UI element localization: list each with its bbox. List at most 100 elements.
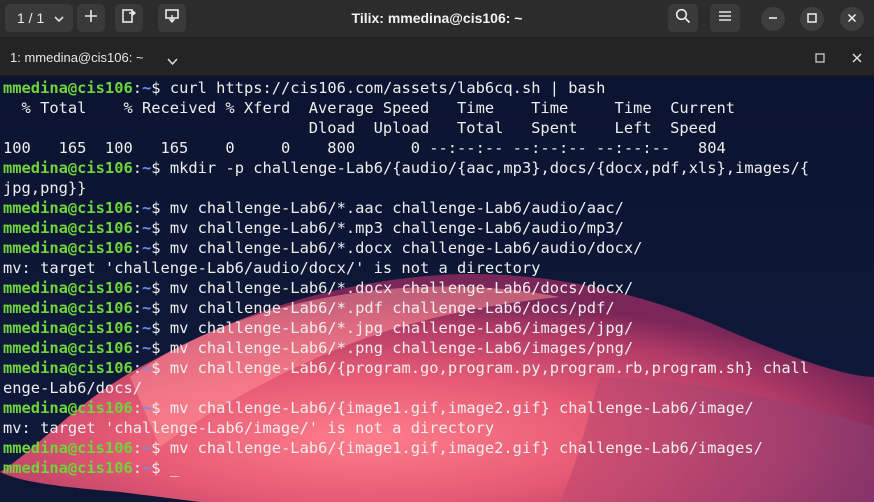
prompt-path: ~ (142, 239, 152, 257)
prompt-path: ~ (142, 79, 152, 97)
terminal-title-bar: 1: mmedina@cis106: ~ (0, 38, 874, 76)
prompt-symbol: $ (151, 399, 170, 417)
minimize-button[interactable] (761, 7, 785, 31)
prompt-line: mmedina@cis106:~$ mv challenge-Lab6/*.mp… (3, 218, 874, 238)
prompt-symbol: $ (151, 219, 170, 237)
prompt-user-host: mmedina@cis106 (3, 319, 133, 337)
prompt-user-host: mmedina@cis106 (3, 339, 133, 357)
prompt-path: ~ (142, 219, 152, 237)
split-down-button[interactable] (158, 4, 186, 32)
prompt-path: ~ (142, 279, 152, 297)
command-text: mv challenge-Lab6/*.aac challenge-Lab6/a… (169, 199, 624, 217)
prompt-symbol: $ (151, 239, 170, 257)
command-text: mv challenge-Lab6/*.docx challenge-Lab6/… (169, 239, 643, 257)
command-text: mv challenge-Lab6/*.pdf challenge-Lab6/d… (169, 299, 615, 317)
prompt-user-host: mmedina@cis106 (3, 359, 133, 377)
prompt-user-host: mmedina@cis106 (3, 79, 133, 97)
prompt-path: ~ (142, 299, 152, 317)
main-menu-button[interactable] (710, 4, 740, 32)
add-terminal-button[interactable] (77, 4, 105, 32)
command-text: mv challenge-Lab6/*.jpg challenge-Lab6/i… (169, 319, 634, 337)
output-line: Dload Upload Total Spent Left Speed (3, 118, 874, 138)
terminal-area[interactable]: mmedina@cis106:~$ curl https://cis106.co… (0, 77, 874, 502)
close-icon[interactable] (849, 50, 865, 66)
prompt-symbol: $ (151, 199, 170, 217)
output-text: enge-Lab6/docs/ (3, 379, 142, 397)
prompt-line: mmedina@cis106:~$ mv challenge-Lab6/*.aa… (3, 198, 874, 218)
prompt-colon: : (132, 459, 143, 477)
output-text: % Total % Received % Xferd Average Speed… (3, 99, 736, 117)
split-down-icon (164, 8, 180, 29)
tilix-window: 1 / 1 Tilix: mmedina@cis106: ~ 1: mmedin… (0, 0, 874, 502)
prompt-user-host: mmedina@cis106 (3, 239, 133, 257)
maximize-icon[interactable] (812, 50, 828, 66)
prompt-path: ~ (142, 359, 152, 377)
search-button[interactable] (668, 4, 698, 32)
prompt-symbol: $ (151, 79, 170, 97)
minimize-icon (768, 10, 778, 28)
prompt-line: mmedina@cis106:~$ mv challenge-Lab6/{ima… (3, 398, 874, 418)
prompt-line: mmedina@cis106:~$ mkdir -p challenge-Lab… (3, 158, 874, 178)
prompt-line: mmedina@cis106:~$ mv challenge-Lab6/*.pn… (3, 338, 874, 358)
prompt-colon: : (132, 79, 143, 97)
prompt-symbol: $ (151, 439, 170, 457)
prompt-path: ~ (142, 319, 152, 337)
split-right-button[interactable] (115, 4, 143, 32)
prompt-line: mmedina@cis106:~$ mv challenge-Lab6/*.jp… (3, 318, 874, 338)
prompt-colon: : (132, 159, 143, 177)
prompt-symbol: $ (151, 279, 170, 297)
chevron-down-icon[interactable] (167, 53, 178, 71)
search-icon (675, 8, 691, 29)
prompt-path: ~ (142, 199, 152, 217)
prompt-line: mmedina@cis106:~$ mv challenge-Lab6/{ima… (3, 438, 874, 458)
prompt-symbol: $ (151, 459, 170, 477)
maximize-button[interactable] (800, 7, 824, 31)
session-switcher-button[interactable]: 1 / 1 (5, 4, 73, 32)
prompt-symbol: $ (151, 339, 170, 357)
prompt-path: ~ (142, 399, 152, 417)
prompt-path: ~ (142, 439, 152, 457)
terminal-cursor: _ (169, 459, 180, 477)
output-line: 100 165 100 165 0 0 800 0 --:--:-- --:--… (3, 138, 874, 158)
prompt-path: ~ (142, 339, 152, 357)
plus-icon (84, 9, 98, 28)
command-text: curl https://cis106.com/assets/lab6cq.sh… (169, 79, 606, 97)
prompt-colon: : (132, 279, 143, 297)
output-text: mv: target 'challenge-Lab6/image/' is no… (3, 419, 495, 437)
output-text: jpg,png}} (3, 179, 87, 197)
maximize-icon (807, 10, 817, 28)
terminal-title[interactable]: 1: mmedina@cis106: ~ (10, 50, 144, 65)
prompt-line: mmedina@cis106:~$ curl https://cis106.co… (3, 78, 874, 98)
session-switcher-label: 1 / 1 (17, 10, 45, 26)
hamburger-menu-icon (718, 9, 732, 27)
prompt-line: mmedina@cis106:~$ _ (3, 458, 874, 478)
prompt-line: mmedina@cis106:~$ mv challenge-Lab6/*.pd… (3, 298, 874, 318)
prompt-user-host: mmedina@cis106 (3, 399, 133, 417)
prompt-symbol: $ (151, 159, 170, 177)
command-text: mv challenge-Lab6/{program.go,program.py… (169, 359, 810, 377)
header-bar: 1 / 1 Tilix: mmedina@cis106: ~ (0, 0, 874, 38)
prompt-user-host: mmedina@cis106 (3, 439, 133, 457)
prompt-line: mmedina@cis106:~$ mv challenge-Lab6/*.do… (3, 238, 874, 258)
prompt-line: mmedina@cis106:~$ mv challenge-Lab6/*.do… (3, 278, 874, 298)
output-line: % Total % Received % Xferd Average Speed… (3, 98, 874, 118)
prompt-user-host: mmedina@cis106 (3, 279, 133, 297)
prompt-colon: : (132, 319, 143, 337)
prompt-user-host: mmedina@cis106 (3, 219, 133, 237)
output-text: 100 165 100 165 0 0 800 0 --:--:-- --:--… (3, 139, 726, 157)
close-button[interactable] (840, 7, 864, 31)
command-text: mv challenge-Lab6/*.png challenge-Lab6/i… (169, 339, 634, 357)
terminal-output: mmedina@cis106:~$ curl https://cis106.co… (3, 78, 874, 478)
output-text: Dload Upload Total Spent Left Speed (3, 119, 717, 137)
prompt-user-host: mmedina@cis106 (3, 459, 133, 477)
prompt-path: ~ (142, 459, 152, 477)
prompt-symbol: $ (151, 359, 170, 377)
prompt-user-host: mmedina@cis106 (3, 299, 133, 317)
prompt-user-host: mmedina@cis106 (3, 199, 133, 217)
prompt-line: mmedina@cis106:~$ mv challenge-Lab6/{pro… (3, 358, 874, 378)
chevron-down-icon (53, 12, 65, 28)
prompt-colon: : (132, 439, 143, 457)
prompt-colon: : (132, 299, 143, 317)
prompt-user-host: mmedina@cis106 (3, 159, 133, 177)
prompt-colon: : (132, 239, 143, 257)
